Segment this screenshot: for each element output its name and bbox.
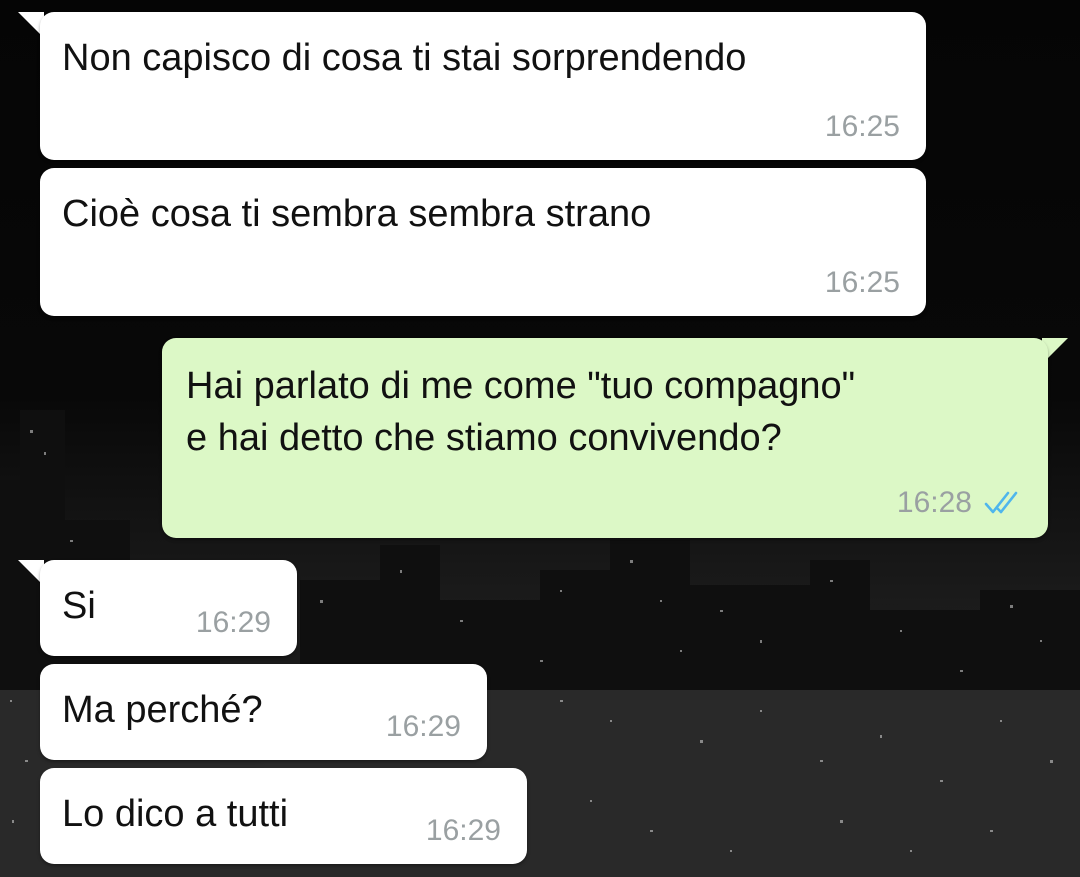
message-bubble-incoming[interactable]: Non capisco di cosa ti stai sorprendendo… <box>40 12 926 160</box>
message-timestamp: 16:29 <box>425 814 501 847</box>
message-bubble-incoming[interactable]: Si 16:29 <box>40 560 297 656</box>
message-bubble-incoming[interactable]: Cioè cosa ti sembra sembra strano 16:25 <box>40 168 926 316</box>
message-text: Non capisco di cosa ti stai sorprendendo <box>62 37 747 79</box>
message-text-line: e hai detto che stiamo convivendo? <box>186 417 782 459</box>
message-timestamp: 16:25 <box>824 110 900 143</box>
message-timestamp: 16:25 <box>824 266 900 299</box>
message-text: Si <box>62 585 96 627</box>
message-bubble-incoming[interactable]: Ma perché? 16:29 <box>40 664 487 760</box>
message-bubble-incoming[interactable]: Lo dico a tutti 16:29 <box>40 768 527 864</box>
message-text: Ma perché? <box>62 689 263 731</box>
double-check-icon <box>984 491 1018 514</box>
message-text: Cioè cosa ti sembra sembra strano <box>62 193 652 235</box>
message-text: Lo dico a tutti <box>62 793 289 835</box>
message-text-line: Hai parlato di me come "tuo compagno" <box>186 365 856 407</box>
message-bubble-outgoing[interactable]: Hai parlato di me come "tuo compagno" e … <box>162 338 1048 538</box>
message-timestamp: 16:29 <box>385 710 461 743</box>
message-timestamp: 16:29 <box>195 606 271 639</box>
message-timestamp: 16:28 <box>896 486 972 519</box>
